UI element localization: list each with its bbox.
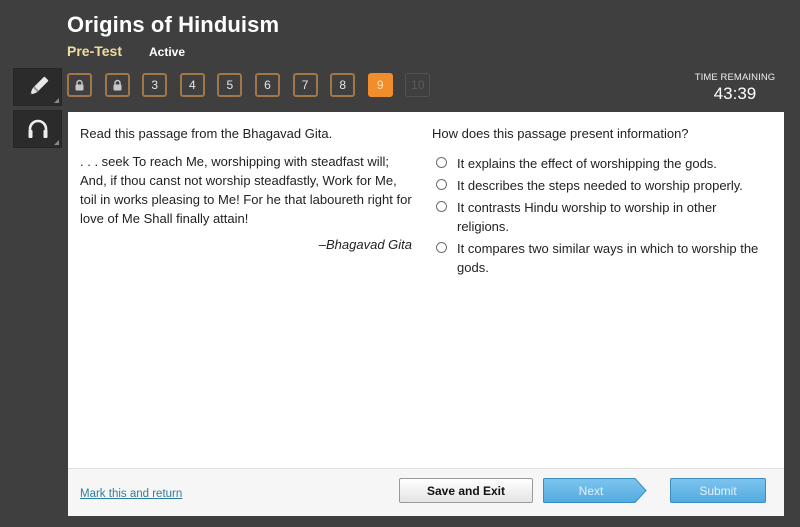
answer-option[interactable]: It compares two similar ways in which to… [432,239,772,277]
question-tile[interactable]: 3 [142,73,168,97]
question-tile-current[interactable]: 9 [367,73,393,97]
headphones-icon [28,119,47,138]
lock-icon [75,79,84,91]
radio-button[interactable] [436,242,447,253]
tool-menu-corner [54,98,59,103]
submit-button[interactable]: Submit [670,478,766,503]
app-window: Origins of Hinduism Pre-Test Active 3 4 … [0,0,800,527]
assessment-type-label: Pre-Test [67,43,122,59]
page-title: Origins of Hinduism [67,12,280,37]
answer-option-text: It describes the steps needed to worship… [457,178,743,193]
subtitle-row: Pre-Test Active [67,43,185,59]
next-button[interactable]: Next [543,478,647,503]
radio-button[interactable] [436,201,447,212]
radio-button[interactable] [436,179,447,190]
timer: TIME REMAINING 43:39 [690,72,780,104]
question-tile[interactable]: 7 [292,73,318,97]
answer-option[interactable]: It contrasts Hindu worship to worship in… [432,198,772,236]
save-and-exit-button[interactable]: Save and Exit [399,478,533,503]
question-navigator: 3 4 5 6 7 8 9 10 [67,73,443,97]
question-tile-1-locked[interactable] [67,73,92,97]
answer-option[interactable]: It describes the steps needed to worship… [432,176,772,195]
lock-icon [113,79,122,91]
answer-option-text: It explains the effect of worshipping th… [457,156,717,171]
timer-value: 43:39 [713,84,757,103]
question-tile-2-locked[interactable] [104,73,130,97]
passage-attribution: –Bhagavad Gita [318,237,412,252]
question-tile[interactable]: 4 [179,73,205,97]
pencil-icon [29,76,48,95]
question-tile[interactable]: 5 [217,73,243,97]
question-tile[interactable]: 6 [254,73,280,97]
question-panel: Read this passage from the Bhagavad Gita… [68,112,784,516]
question-column: How does this passage present informatio… [432,126,772,280]
footer-bar: Mark this and return Save and Exit Next … [68,468,784,516]
answer-option-text: It contrasts Hindu worship to worship in… [457,200,717,234]
pencil-tool-button[interactable] [13,68,62,106]
timer-label: TIME REMAINING [694,72,776,83]
answer-options: It explains the effect of worshipping th… [432,154,772,277]
mark-and-return-link[interactable]: Mark this and return [80,488,182,500]
question-tile-disabled: 10 [405,73,431,97]
next-button-label: Next [578,483,604,498]
tool-menu-corner [54,140,59,145]
status-label: Active [148,45,186,59]
question-tile[interactable]: 8 [330,73,356,97]
answer-option-text: It compares two similar ways in which to… [457,241,759,275]
passage-instruction: Read this passage from the Bhagavad Gita… [80,126,333,141]
passage-text: . . . seek To reach Me, worshipping with… [80,154,412,226]
radio-button[interactable] [436,157,447,168]
question-prompt: How does this passage present informatio… [432,126,689,141]
passage-column: Read this passage from the Bhagavad Gita… [80,126,412,252]
answer-option[interactable]: It explains the effect of worshipping th… [432,154,772,173]
headphones-tool-button[interactable] [13,110,62,148]
